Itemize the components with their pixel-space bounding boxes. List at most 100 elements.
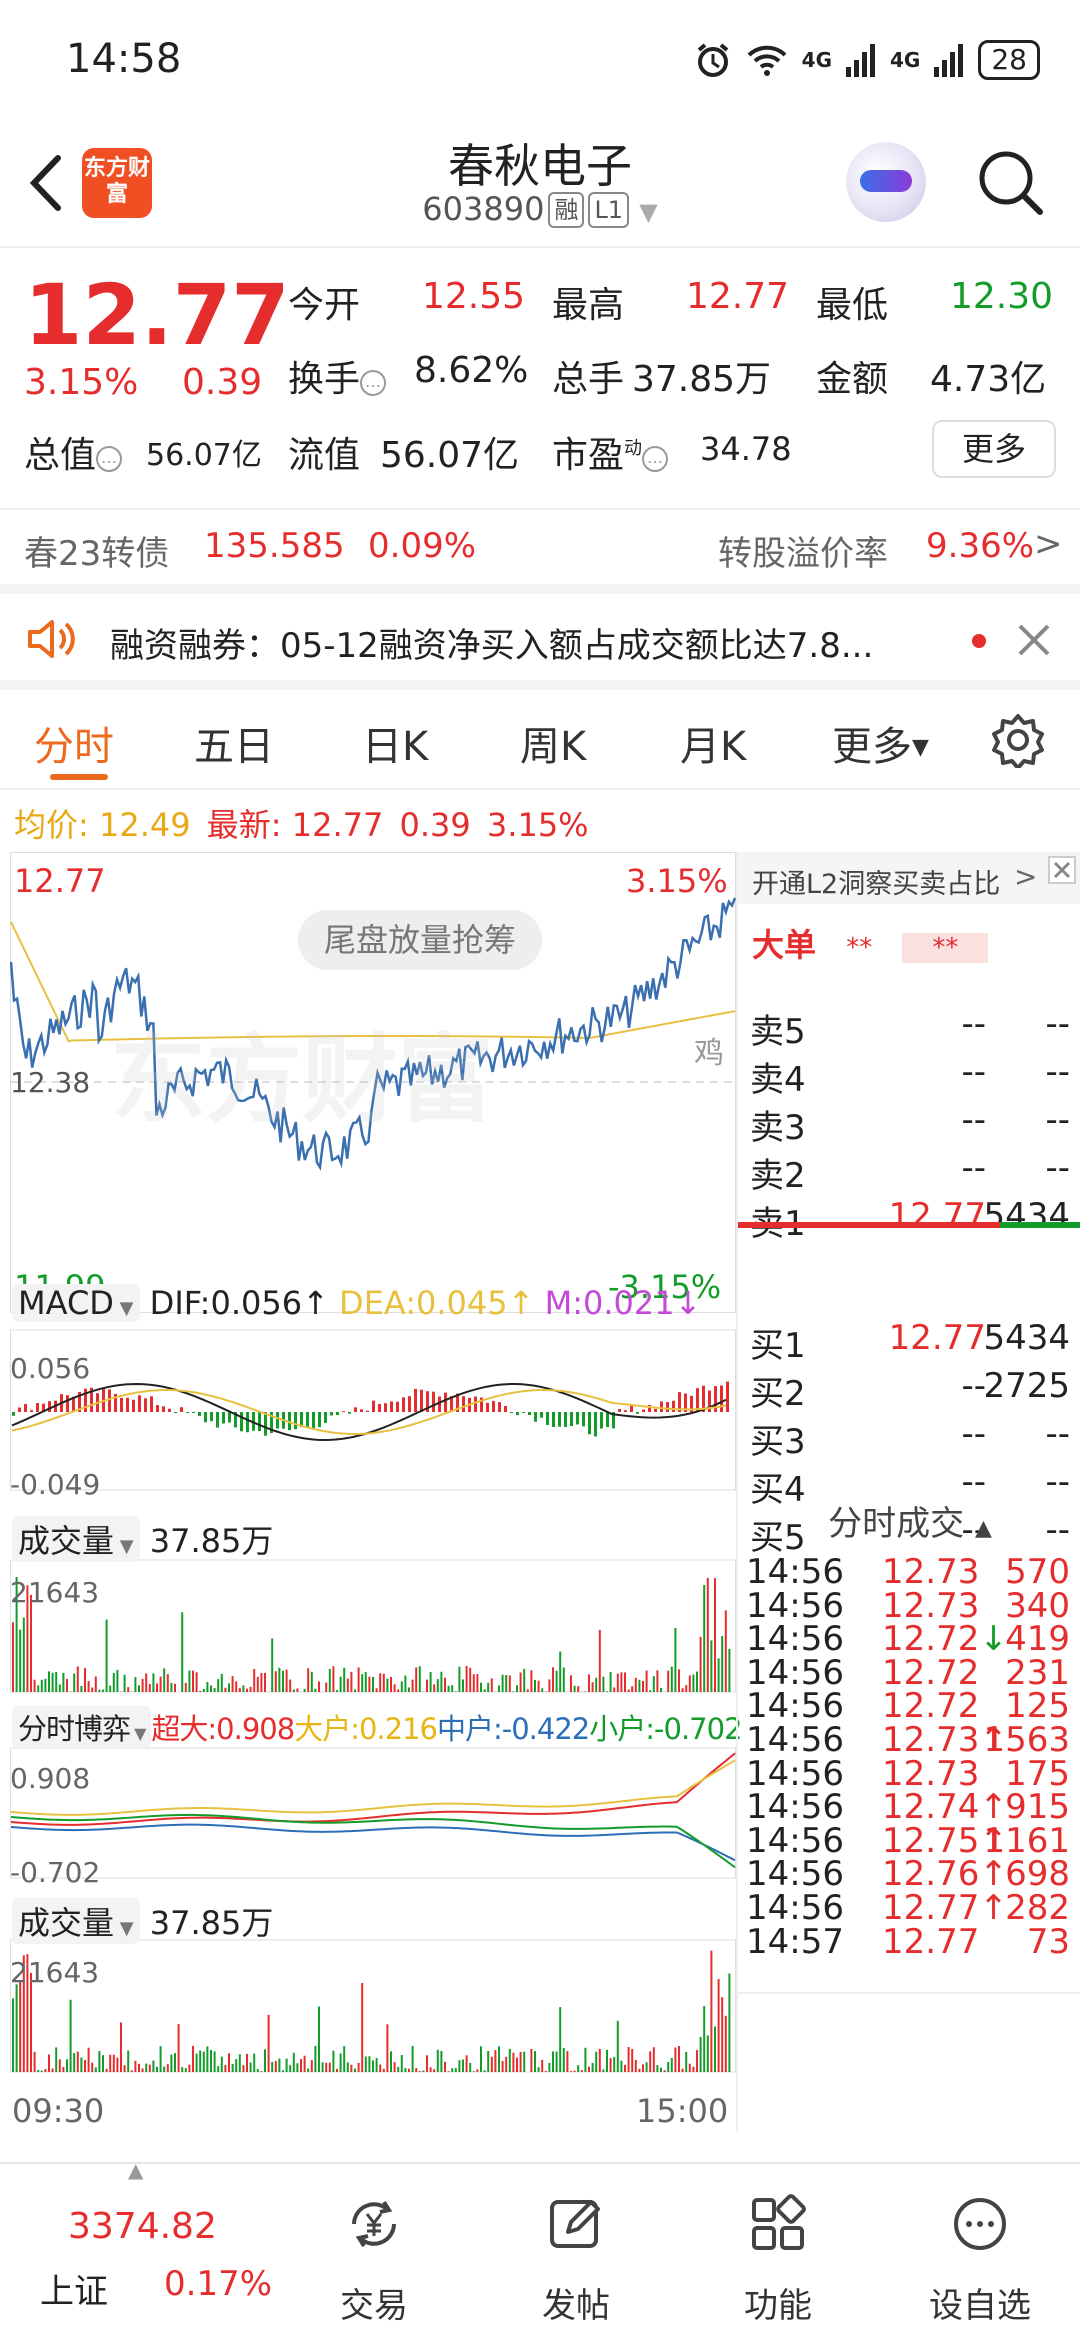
tab-five-day[interactable]: 五日	[194, 714, 274, 772]
volume-bar	[123, 1674, 126, 1692]
volume2-bar	[94, 2067, 97, 2072]
promo-tag[interactable]: 尾盘放量抢筹	[298, 910, 543, 970]
search-icon[interactable]	[976, 148, 1046, 218]
macd-dropdown[interactable]: MACD ▼	[12, 1284, 140, 1322]
volume-bar	[656, 1670, 659, 1692]
volume-label: 总手	[552, 359, 625, 400]
index-value: 3374.82	[68, 2206, 217, 2247]
volume2-bar	[105, 2068, 108, 2072]
ask-label: 卖5	[750, 1012, 806, 1052]
volume2-bar	[573, 2070, 576, 2072]
bid-row[interactable]: 买2 -- 2725	[746, 1366, 1076, 1414]
volume-bar	[429, 1672, 432, 1692]
macd-bar	[132, 1399, 135, 1412]
macd-bar	[30, 1410, 33, 1412]
settings-gear-icon[interactable]	[990, 712, 1046, 768]
fund-flow-dropdown[interactable]: 分时博弈 ▼	[12, 1706, 152, 1748]
close-icon[interactable]	[1048, 856, 1076, 884]
macd-bar	[504, 1405, 507, 1412]
trades-title[interactable]: 分时成交 ▲	[738, 1496, 1080, 1545]
nav-add-watchlist[interactable]: 设自选	[880, 2164, 1080, 2340]
volume-bar	[195, 1672, 198, 1692]
volume2-bar	[296, 2063, 299, 2072]
macd-bar	[174, 1412, 177, 1413]
volume-bar	[537, 1680, 540, 1692]
mktcap-label[interactable]: 总值…	[24, 426, 123, 478]
tab-more[interactable]: 更多▼	[832, 714, 929, 772]
nav-add-watchlist-label: 设自选	[929, 2286, 1031, 2326]
ask-row[interactable]: 卖1 12.77 5434	[746, 1196, 1076, 1244]
close-icon[interactable]	[1016, 622, 1052, 658]
info-icon: …	[360, 370, 387, 396]
chevron-right-icon: >	[1014, 860, 1038, 893]
volume-bar	[228, 1683, 230, 1692]
macd-bar	[630, 1405, 633, 1412]
bid-row[interactable]: 买1 12.77 5434	[746, 1318, 1076, 1366]
volume2-bar	[91, 2062, 94, 2072]
news-banner[interactable]: 融资融券：05-12融资净买入额占成交额比达7.8...	[0, 584, 1080, 690]
macd-bar	[444, 1392, 447, 1412]
nav-trade[interactable]: 交易	[274, 2164, 474, 2340]
volume2-bar	[37, 2069, 40, 2072]
volume2-bar	[530, 2049, 533, 2072]
volume2-bar	[476, 2069, 479, 2072]
volume-bar	[411, 1679, 414, 1692]
volume-bar	[476, 1674, 479, 1692]
volume2-bar	[710, 1950, 713, 2072]
pe-label[interactable]: 市盈动…	[552, 426, 669, 478]
tab-daily[interactable]: 日K	[362, 714, 428, 772]
bid-ask-ratio-bar	[738, 1222, 1080, 1228]
volume2-bar	[386, 2024, 389, 2072]
volume2-bar	[339, 2053, 342, 2072]
volume2-bar	[631, 2049, 634, 2072]
volume2-bar	[170, 2054, 173, 2072]
macd-bar	[246, 1412, 249, 1433]
nav-functions[interactable]: 功能	[678, 2164, 878, 2340]
network-type-2: 4G	[890, 48, 921, 72]
volume2-bar	[156, 2066, 158, 2072]
ask-volume: --	[1045, 1100, 1070, 1140]
volume2-bar	[192, 2045, 194, 2072]
nav-post[interactable]: 发帖	[476, 2164, 676, 2340]
volume2-bar	[620, 2060, 623, 2072]
volume2-bar	[69, 1999, 72, 2072]
ask-volume: 5434	[983, 1196, 1070, 1236]
tab-intraday[interactable]: 分时	[34, 714, 114, 772]
macd-bar	[276, 1412, 279, 1429]
macd-bar	[126, 1397, 129, 1412]
volume-bar	[519, 1672, 522, 1692]
ask-row[interactable]: 卖2 -- --	[746, 1148, 1076, 1196]
convertible-bond-row[interactable]: 春23转债 135.585 0.09% 转股溢价率 9.36% >	[0, 508, 1080, 584]
ask-row[interactable]: 卖5 -- --	[746, 1004, 1076, 1052]
volume-bar	[415, 1667, 418, 1692]
macd-dif-line	[11, 1383, 727, 1441]
macd-bar	[396, 1401, 399, 1412]
volume-bar	[328, 1668, 331, 1692]
volume-header: 成交量 ▼ 37.85万	[12, 1516, 273, 1562]
time-start: 09:30	[12, 2092, 105, 2130]
assistant-avatar[interactable]	[846, 142, 926, 222]
index-ticker[interactable]: ▲ 3374.82 上证 0.17%	[0, 2158, 272, 2340]
volume2-header: 成交量 ▼ 37.85万	[12, 1898, 273, 1944]
intraday-chart-area[interactable]: 12.77 3.15% 12.38 11.99 -3.15% 东方财富 尾盘放量…	[10, 852, 743, 2132]
macd-bar	[420, 1389, 423, 1412]
tab-monthly[interactable]: 月K	[680, 714, 746, 772]
volume2-bar	[66, 2059, 68, 2072]
volume2-bar	[238, 2054, 241, 2072]
macd-bar	[48, 1401, 51, 1412]
macd-bar	[492, 1400, 495, 1412]
volume-dropdown[interactable]: 成交量 ▼	[12, 1516, 140, 1562]
turnover-label[interactable]: 换手…	[288, 350, 387, 402]
more-button[interactable]: 更多	[932, 420, 1056, 478]
volume2-dropdown[interactable]: 成交量 ▼	[12, 1898, 140, 1944]
volume2-bar	[224, 2064, 227, 2072]
volume2-bar	[76, 2051, 79, 2072]
ask-row[interactable]: 卖4 -- --	[746, 1052, 1076, 1100]
macd-bar	[624, 1410, 627, 1412]
l2-banner[interactable]: 开通L2洞察买卖占比 >	[738, 852, 1080, 904]
tab-weekly[interactable]: 周K	[520, 714, 586, 772]
macd-bar	[156, 1405, 159, 1412]
volume2-bar	[285, 2058, 288, 2072]
bid-row[interactable]: 买3 -- --	[746, 1414, 1076, 1462]
ask-row[interactable]: 卖3 -- --	[746, 1100, 1076, 1148]
